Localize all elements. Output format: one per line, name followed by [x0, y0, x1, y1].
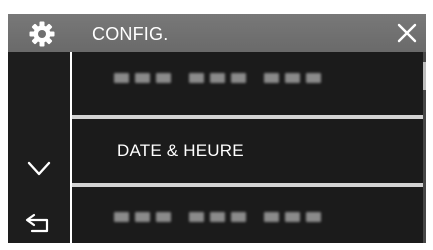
menu-item-obscured-bottom[interactable]	[72, 187, 423, 243]
close-button[interactable]	[388, 14, 426, 52]
back-arrow-icon	[25, 213, 49, 233]
obscured-label	[114, 211, 321, 223]
scroll-down-button[interactable]	[8, 144, 70, 192]
menu-item-date-time[interactable]: DATE & HEURE	[72, 119, 423, 183]
sidebar-navigation	[8, 52, 70, 243]
back-button[interactable]	[8, 200, 70, 243]
menu-item-obscured-top[interactable]	[72, 52, 423, 115]
chevron-down-icon	[27, 161, 51, 176]
camera-menu-screen: CONFIG. DATE & HEURE	[0, 0, 433, 250]
settings-menu-list: DATE & HEURE	[72, 52, 426, 243]
scrollbar[interactable]	[423, 52, 426, 243]
menu-item-label: DATE & HEURE	[117, 141, 244, 160]
menu-header: CONFIG.	[8, 14, 426, 52]
scrollbar-thumb[interactable]	[423, 62, 426, 90]
gear-icon	[28, 20, 56, 48]
obscured-label	[114, 72, 321, 84]
close-icon	[397, 23, 417, 43]
page-title: CONFIG.	[92, 24, 169, 44]
